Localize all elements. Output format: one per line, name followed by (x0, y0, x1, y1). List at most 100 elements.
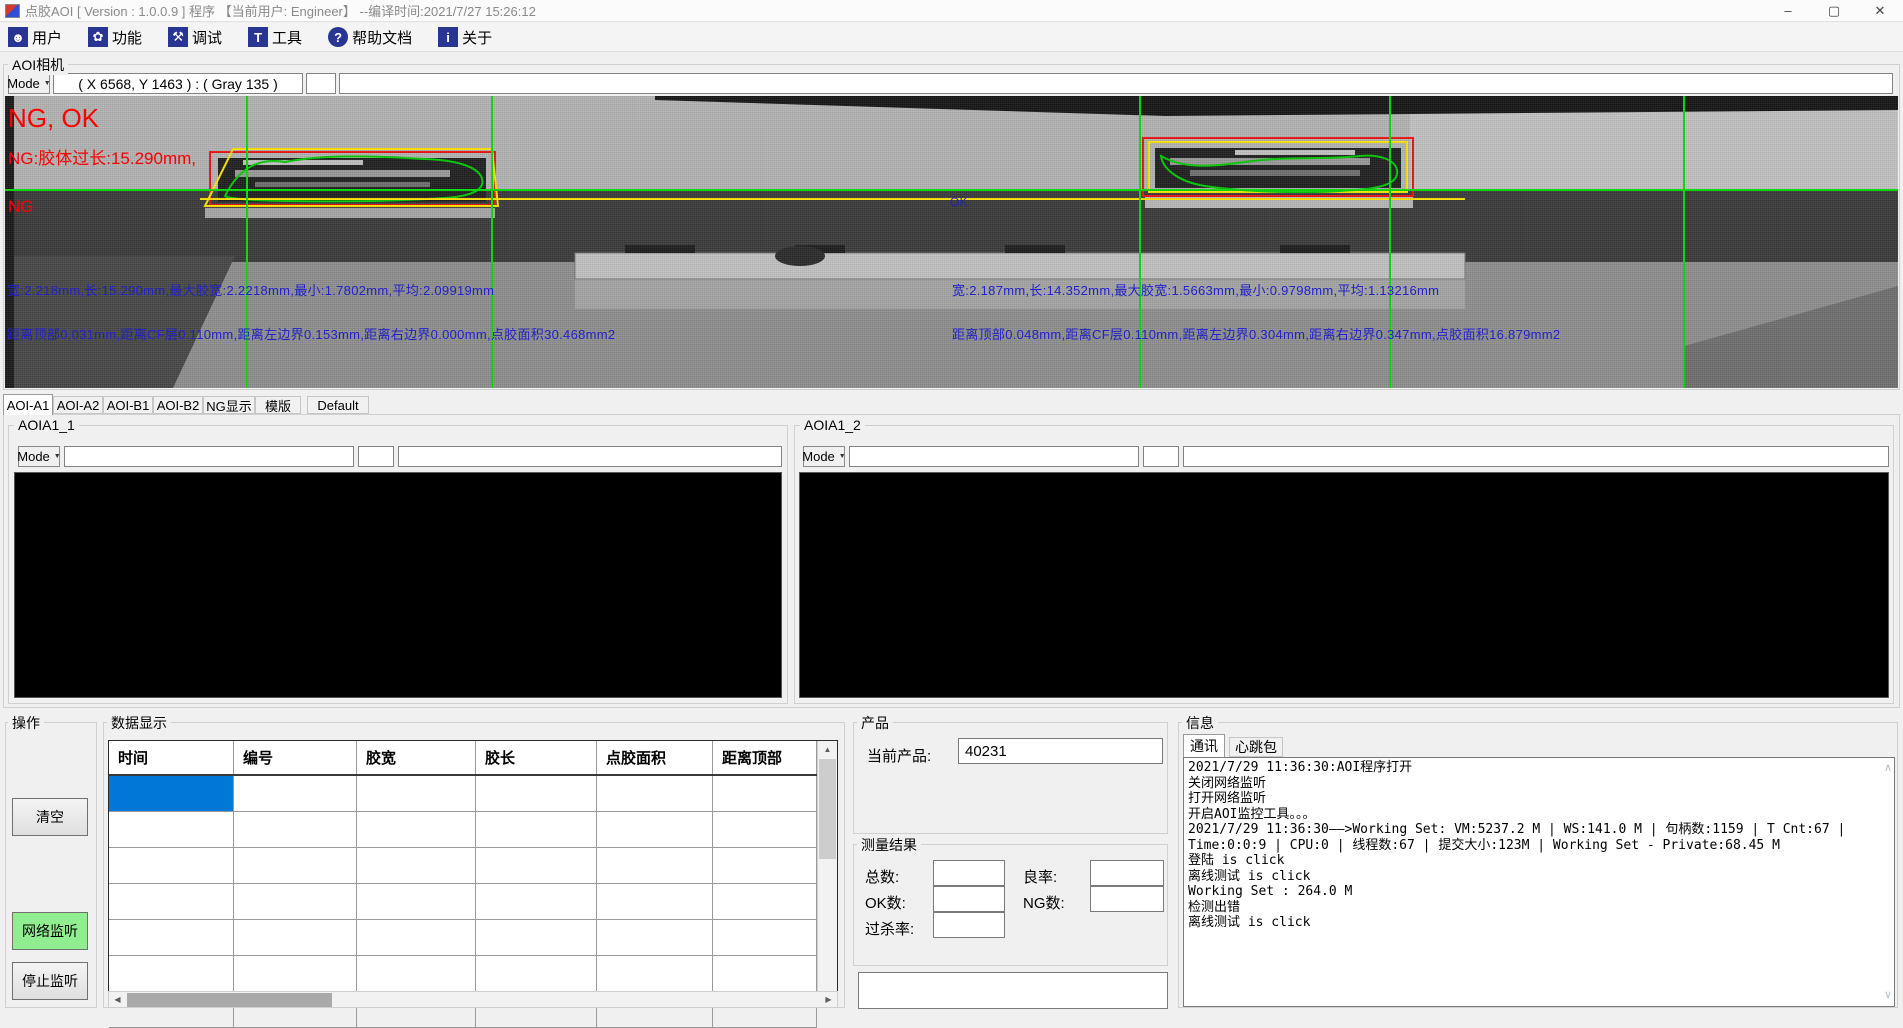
table-cell[interactable] (234, 848, 357, 883)
table-cell[interactable] (597, 884, 713, 919)
results-extra-box (858, 972, 1168, 1009)
toolbar-item-about[interactable]: i 关于 (438, 27, 492, 48)
panel-right-image-view[interactable] (799, 472, 1889, 698)
tab-aoi-a2[interactable]: AOI-A2 (53, 396, 103, 414)
tab-template[interactable]: 模版 (255, 396, 301, 414)
toolbar-label: 帮助文档 (352, 27, 412, 48)
panel-left-field-1 (64, 446, 354, 467)
toolbar-item-function[interactable]: ✿ 功能 (88, 27, 142, 48)
col-header-time[interactable]: 时间 (109, 741, 234, 774)
chevron-up-icon[interactable]: ∧ (1884, 761, 1892, 774)
tab-aoi-a1[interactable]: AOI-A1 (3, 394, 53, 415)
overkill-value-box (933, 912, 1005, 938)
minimize-button[interactable]: – (1765, 0, 1811, 22)
panel-right-mode-dropdown[interactable]: Mode ▼ (803, 446, 845, 467)
table-cell[interactable] (476, 812, 597, 847)
table-cell[interactable] (357, 920, 476, 955)
toolbar-label: 功能 (112, 27, 142, 48)
table-row[interactable] (109, 848, 817, 884)
table-cell[interactable] (109, 956, 234, 991)
table-cell[interactable] (109, 812, 234, 847)
toolbar-item-help[interactable]: ? 帮助文档 (328, 27, 412, 48)
chevron-down-icon[interactable]: ∨ (1884, 988, 1892, 1001)
scroll-left-icon[interactable]: ◀ (109, 992, 126, 1007)
col-header-id[interactable]: 编号 (234, 741, 357, 774)
table-cell[interactable] (713, 884, 817, 919)
table-cell[interactable] (234, 920, 357, 955)
right-measure-line1: 宽:2.187mm,长:14.352mm,最大胶宽:1.5663mm,最小:0.… (952, 284, 1439, 298)
table-horizontal-scrollbar[interactable]: ◀ ▶ (108, 991, 838, 1008)
close-button[interactable]: ✕ (1857, 0, 1903, 22)
table-cell[interactable] (713, 956, 817, 991)
table-row[interactable] (109, 776, 817, 812)
col-header-top-distance[interactable]: 距离顶部 (713, 741, 817, 774)
maximize-button[interactable]: ▢ (1811, 0, 1857, 22)
table-vertical-scrollbar[interactable]: ▲ ▼ (817, 741, 837, 1007)
clear-button[interactable]: 清空 (12, 798, 88, 836)
table-cell[interactable] (597, 776, 713, 811)
table-row[interactable] (109, 812, 817, 848)
table-cell[interactable] (234, 884, 357, 919)
tab-aoi-b1[interactable]: AOI-B1 (103, 396, 153, 414)
scroll-up-icon[interactable]: ▲ (818, 741, 837, 758)
table-cell-selected[interactable] (109, 776, 234, 811)
table-cell[interactable] (234, 956, 357, 991)
table-cell[interactable] (713, 920, 817, 955)
table-cell[interactable] (357, 812, 476, 847)
table-cell[interactable] (109, 884, 234, 919)
table-cell[interactable] (476, 884, 597, 919)
panel-left-mode-dropdown[interactable]: Mode ▼ (18, 446, 60, 467)
table-cell[interactable] (713, 848, 817, 883)
table-cell[interactable] (109, 920, 234, 955)
camera-mode-dropdown[interactable]: Mode ▼ (8, 73, 50, 94)
camera-image[interactable]: NG, OK NG:胶体过长:15.290mm, NG OK 宽:2.218mm… (5, 96, 1898, 388)
table-cell[interactable] (357, 884, 476, 919)
tool-icon: T (248, 27, 268, 47)
toolbar-label: 用户 (32, 27, 62, 48)
table-cell[interactable] (713, 812, 817, 847)
table-cell[interactable] (357, 956, 476, 991)
log-line: 离线测试 is click (1188, 869, 1880, 885)
col-header-area[interactable]: 点胶面积 (597, 741, 713, 774)
comm-log[interactable]: 2021/7/29 11:36:30:AOI程序打开 关闭网络监听 打开网络监听… (1183, 757, 1895, 1007)
table-cell[interactable] (357, 776, 476, 811)
table-cell[interactable] (476, 920, 597, 955)
log-line: 2021/7/29 11:36:30:AOI程序打开 (1188, 760, 1880, 776)
panel-left-image-view[interactable] (14, 472, 782, 698)
table-cell[interactable] (476, 956, 597, 991)
table-cell[interactable] (476, 848, 597, 883)
scrollbar-thumb[interactable] (127, 993, 332, 1007)
tab-ng-display[interactable]: NG显示 (203, 396, 255, 414)
scrollbar-thumb[interactable] (819, 759, 836, 859)
table-cell[interactable] (713, 776, 817, 811)
table-row[interactable] (109, 884, 817, 920)
scroll-right-icon[interactable]: ▶ (820, 992, 837, 1007)
table-cell[interactable] (476, 776, 597, 811)
table-row[interactable] (109, 956, 817, 992)
table-cell[interactable] (357, 848, 476, 883)
table-cell[interactable] (597, 812, 713, 847)
table-row[interactable] (109, 920, 817, 956)
tab-comm[interactable]: 通讯 (1183, 734, 1225, 757)
current-product-input[interactable] (958, 738, 1163, 764)
tab-default[interactable]: Default (307, 396, 369, 414)
table-cell[interactable] (234, 812, 357, 847)
table-cell[interactable] (597, 956, 713, 991)
mode-label: Mode (17, 449, 50, 464)
col-header-glue-width[interactable]: 胶宽 (357, 741, 476, 774)
table-cell[interactable] (597, 920, 713, 955)
col-header-glue-length[interactable]: 胶长 (476, 741, 597, 774)
table-cell[interactable] (234, 776, 357, 811)
toolbar-item-debug[interactable]: ⚒ 调试 (168, 27, 222, 48)
tab-heartbeat[interactable]: 心跳包 (1229, 737, 1283, 757)
ng-count-label: NG数: (1023, 892, 1065, 913)
table-cell[interactable] (597, 848, 713, 883)
table-cell[interactable] (109, 848, 234, 883)
network-listen-button[interactable]: 网络监听 (12, 912, 88, 950)
stop-listen-button[interactable]: 停止监听 (12, 962, 88, 1000)
toolbar-item-tools[interactable]: T 工具 (248, 27, 302, 48)
toolbar-item-user[interactable]: ☻ 用户 (8, 27, 62, 48)
tab-aoi-b2[interactable]: AOI-B2 (153, 396, 203, 414)
log-line: 离线测试 is click (1188, 915, 1880, 931)
toolbar-label: 调试 (192, 27, 222, 48)
